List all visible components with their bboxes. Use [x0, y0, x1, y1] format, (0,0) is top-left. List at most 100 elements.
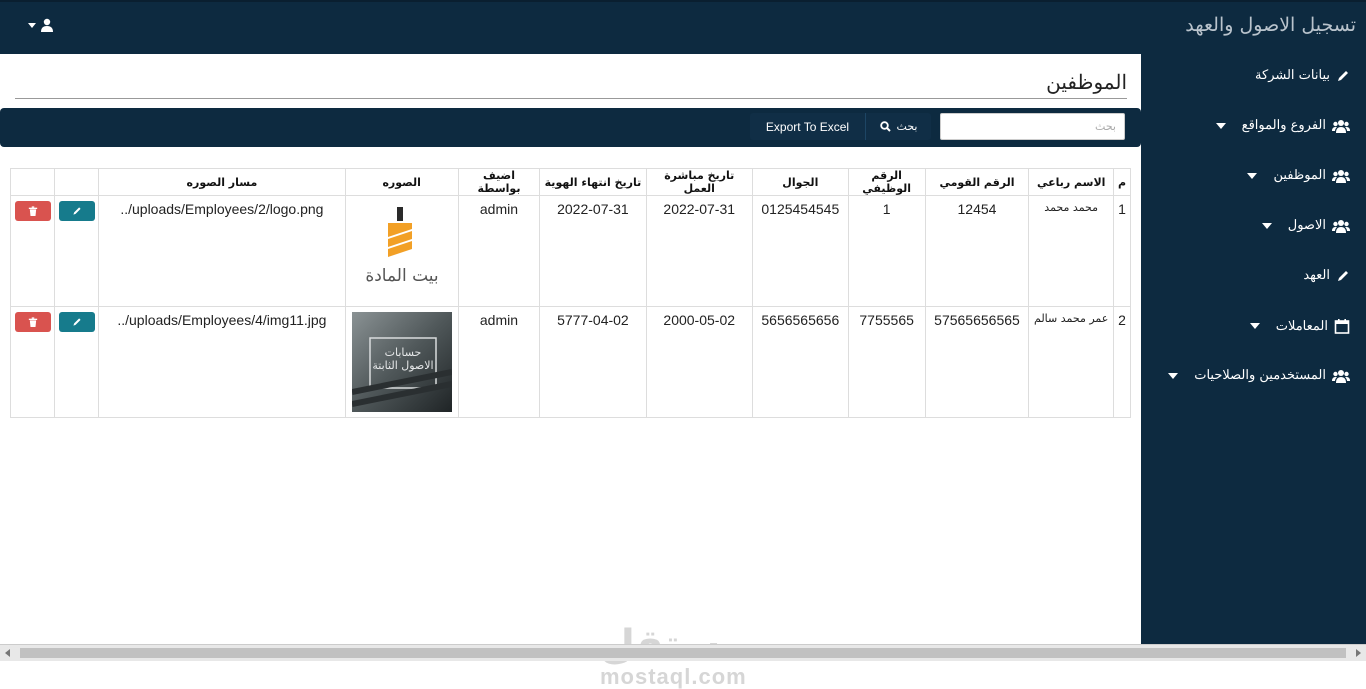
cell-id-expiry: 2022-07-31 [539, 195, 647, 307]
cell-mobile: 0125454545 [751, 195, 849, 307]
scrollbar-thumb[interactable] [20, 648, 1346, 658]
cell-name: محمد محمد [1028, 195, 1114, 307]
cell-edit [54, 306, 100, 418]
trash-icon [28, 206, 37, 216]
divider [15, 98, 1127, 99]
users-icon [1332, 119, 1350, 133]
employee-photo-logo: بيت المادة [351, 201, 452, 301]
horizontal-scrollbar[interactable] [0, 644, 1366, 661]
caret-down-icon [1247, 172, 1258, 179]
chevron-down-icon [28, 22, 36, 28]
sidebar-item-users-permissions[interactable]: المستخدمين والصلاحيات [1168, 368, 1350, 383]
image-path-text: uploads/Employees/2/logo.png/.. [120, 201, 324, 217]
column-header-image-path: مسار الصوره [98, 168, 346, 196]
cell-image-path: uploads/Employees/2/logo.png/.. [98, 195, 346, 307]
pencil-icon [1338, 70, 1348, 81]
sidebar-item-label: الموظفين [1273, 168, 1326, 183]
users-icon [1332, 219, 1350, 233]
cell-id-expiry: 5777-04-02 [539, 306, 647, 418]
users-icon [1332, 169, 1350, 183]
sidebar-item-transactions[interactable]: المعاملات [1249, 318, 1350, 334]
calendar-icon [1334, 319, 1350, 334]
search-toolbar: Export To Excel بحث [0, 108, 1141, 147]
cell-job-number: 7755565 [847, 306, 926, 418]
sidebar-item-label: العهد [1303, 268, 1330, 283]
sidebar: بيانات الشركة الفروع والمواقع الموظفين ا… [1141, 54, 1366, 644]
cell-index: 2 [1112, 306, 1132, 418]
cell-mobile: 5656565656 [751, 306, 849, 418]
cell-added-by: admin [457, 195, 541, 307]
sidebar-item-custody[interactable]: العهد [1303, 268, 1350, 283]
users-icon [1332, 369, 1350, 383]
delete-button[interactable] [14, 201, 51, 221]
column-header-job-number: الرقم الوظيفي [847, 168, 926, 196]
cell-start-date: 2022-07-31 [645, 195, 753, 307]
cell-delete [9, 306, 56, 418]
search-button[interactable]: بحث [865, 113, 931, 140]
image-path-text: uploads/Employees/4/img11.jpg/.. [117, 312, 327, 328]
cell-image: حسابات الاصول الثابتة [344, 306, 459, 418]
page-title: الموظفين [1046, 70, 1127, 94]
table-row: 1 محمد محمد 12454 1 0125454545 2022-07-3… [9, 195, 1132, 307]
app-title: تسجيل الاصول والعهد [1185, 14, 1356, 36]
delete-button[interactable] [14, 312, 51, 332]
column-header-delete [9, 168, 56, 196]
sidebar-item-company-data[interactable]: بيانات الشركة [1255, 68, 1350, 83]
column-header-start-date: تاريخ مباشرة العمل [645, 168, 753, 196]
top-navbar: تسجيل الاصول والعهد [0, 0, 1366, 54]
caret-down-icon [1261, 222, 1272, 229]
sidebar-item-label: المستخدمين والصلاحيات [1194, 368, 1326, 383]
column-header-mobile: الجوال [751, 168, 849, 196]
cell-edit [54, 195, 100, 307]
scroll-right-arrow-icon[interactable] [1356, 649, 1361, 657]
column-header-id-expiry: تاريخ انتهاء الهوية [539, 168, 647, 196]
toolbar-button-group: Export To Excel بحث [750, 113, 931, 140]
table-row: 2 عمر محمد سالم 57565656565 7755565 5656… [9, 306, 1132, 418]
sidebar-item-label: الفروع والمواقع [1241, 118, 1326, 133]
caret-down-icon [1249, 323, 1260, 329]
trash-icon [28, 317, 37, 327]
cell-job-number: 1 [847, 195, 926, 307]
column-header-added-by: اضيف بواسطة [457, 168, 541, 196]
table-header-row: م الاسم رباعي الرقم القومي الرقم الوظيفي… [9, 168, 1132, 196]
photo-caption: حسابات الاصول الثابتة [372, 346, 434, 372]
cell-name: عمر محمد سالم [1028, 306, 1114, 418]
edit-button[interactable] [58, 312, 95, 332]
cell-image-path: uploads/Employees/4/img11.jpg/.. [98, 306, 346, 418]
search-input[interactable] [940, 113, 1125, 140]
caret-down-icon [1168, 372, 1179, 379]
cell-start-date: 2000-05-02 [645, 306, 753, 418]
sidebar-item-label: المعاملات [1275, 318, 1328, 334]
user-icon [41, 18, 53, 32]
cell-national-id: 57565656565 [924, 306, 1030, 418]
column-header-index: م [1112, 168, 1132, 196]
column-header-name: الاسم رباعي [1028, 168, 1114, 196]
sidebar-item-employees[interactable]: الموظفين [1247, 168, 1350, 183]
cell-national-id: 12454 [924, 195, 1030, 307]
edit-button[interactable] [58, 201, 95, 221]
cell-delete [9, 195, 56, 307]
employee-photo-laptop: حسابات الاصول الثابتة [351, 312, 452, 412]
column-header-image: الصوره [344, 168, 459, 196]
sidebar-item-label: الاصول [1287, 218, 1326, 233]
column-header-edit [54, 168, 100, 196]
employees-table: م الاسم رباعي الرقم القومي الرقم الوظيفي… [9, 168, 1132, 418]
scroll-left-arrow-icon[interactable] [5, 649, 10, 657]
watermark-latin: mostaql.com [600, 664, 747, 689]
pencil-icon [1338, 270, 1348, 281]
main-content: الموظفين Export To Excel بحث م الاسم ربا… [0, 54, 1141, 688]
caret-down-icon [1215, 122, 1226, 129]
sidebar-item-label: بيانات الشركة [1255, 68, 1330, 83]
logo-text: بيت المادة [365, 266, 438, 286]
cell-image: بيت المادة [344, 195, 459, 307]
pencil-icon [73, 318, 81, 326]
search-icon [879, 121, 891, 132]
cell-index: 1 [1112, 195, 1132, 307]
cell-added-by: admin [457, 306, 541, 418]
sidebar-item-assets[interactable]: الاصول [1261, 218, 1350, 233]
pencil-icon [73, 207, 81, 215]
sidebar-item-branches[interactable]: الفروع والمواقع [1215, 118, 1350, 133]
export-excel-button[interactable]: Export To Excel [750, 113, 865, 140]
user-menu[interactable] [28, 18, 54, 32]
search-button-label: بحث [896, 120, 918, 133]
